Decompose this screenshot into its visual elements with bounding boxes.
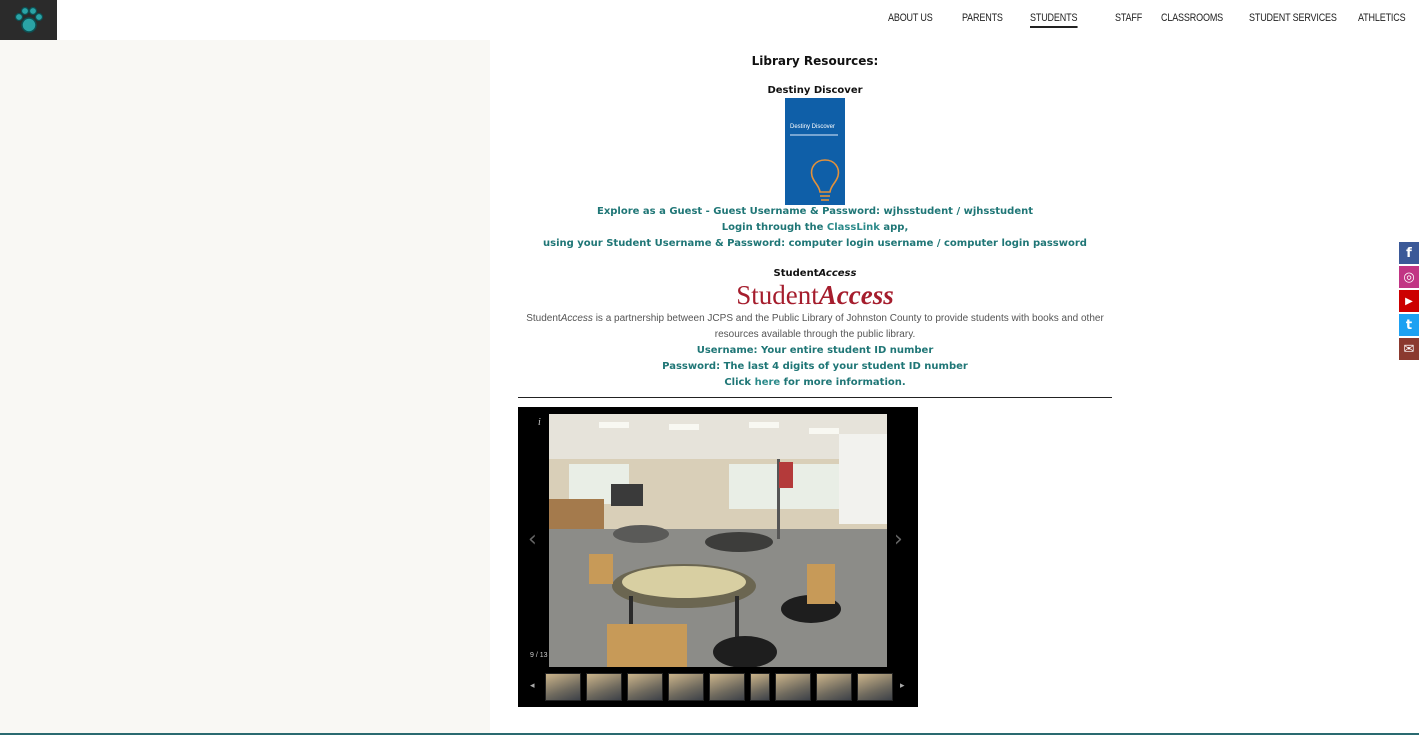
thumbnail[interactable]: [668, 673, 704, 701]
twitter-icon[interactable]: t: [1399, 314, 1419, 336]
studentaccess-heading: StudentAccess: [518, 268, 1112, 279]
prev-arrow-icon[interactable]: ‹: [528, 527, 537, 552]
slide-counter: 9 / 13: [530, 652, 548, 659]
book-cover-rule: [790, 134, 838, 136]
credentials-text: using your Student Username & Password: …: [543, 238, 1087, 249]
nav-about-us[interactable]: ABOUT US: [888, 12, 933, 24]
nav-athletics[interactable]: ATHLETICS: [1358, 12, 1406, 24]
library-photo[interactable]: [549, 414, 887, 667]
section-divider: [518, 397, 1112, 398]
desc-plain: Student: [526, 313, 561, 324]
guest-login-text: Explore as a Guest - Guest Username & Pa…: [596, 206, 1034, 217]
instagram-icon[interactable]: ◎: [1399, 266, 1419, 288]
nav-staff[interactable]: STAFF: [1115, 12, 1142, 24]
thumbnail[interactable]: [857, 673, 893, 701]
nav-parents[interactable]: PARENTS: [962, 12, 1003, 24]
login-prefix: Login through the: [721, 222, 827, 233]
classlink-login-line: Login through the ClassLink app,: [518, 220, 1112, 236]
photo-gallery[interactable]: i ‹ › 9 / 13 ◂ ▸: [518, 407, 918, 707]
nav-students[interactable]: STUDENTS: [1030, 12, 1077, 28]
classlink-link[interactable]: ClassLink: [827, 222, 880, 233]
paw-logo-icon[interactable]: [0, 0, 57, 40]
username-text: Username: Your entire student ID number: [696, 345, 934, 356]
thumbnail[interactable]: [750, 673, 770, 701]
studentaccess-logo-italic: Access: [818, 280, 894, 310]
thumbnail-strip: [545, 673, 895, 701]
thumbnail[interactable]: [709, 673, 745, 701]
nav-classrooms[interactable]: CLASSROOMS: [1161, 12, 1223, 24]
destiny-discover-book-image[interactable]: Destiny Discover: [785, 98, 845, 205]
page-title: Library Resources:: [751, 54, 879, 68]
next-arrow-icon[interactable]: ›: [894, 527, 903, 552]
lightbulb-icon: [810, 159, 840, 201]
here-link[interactable]: here: [755, 377, 781, 388]
studentaccess-logo[interactable]: StudentAccess: [518, 280, 1112, 311]
studentaccess-description: StudentAccess is a partnership between J…: [518, 311, 1112, 343]
studentaccess-heading-italic: Access: [818, 268, 857, 279]
youtube-icon[interactable]: ▶: [1399, 290, 1419, 312]
info-icon[interactable]: i: [538, 417, 541, 428]
more-info-line: Click here for more information.: [518, 375, 1112, 391]
book-cover-title: Destiny Discover: [790, 124, 836, 130]
facebook-icon[interactable]: f: [1399, 242, 1419, 264]
thumbnail[interactable]: [816, 673, 852, 701]
thumb-next-icon[interactable]: ▸: [900, 681, 905, 691]
desc-italic: Access: [560, 313, 593, 324]
password-text: Password: The last 4 digits of your stud…: [662, 361, 968, 372]
left-sidebar: [0, 40, 490, 735]
thumbnail[interactable]: [545, 673, 581, 701]
login-suffix: app,: [879, 222, 909, 233]
studentaccess-logo-plain: Student: [736, 280, 819, 310]
studentaccess-heading-plain: Student: [773, 268, 819, 279]
thumbnail[interactable]: [627, 673, 663, 701]
desc-rest: is a partnership between JCPS and the Pu…: [592, 313, 1104, 340]
nav-student-services[interactable]: STUDENT SERVICES: [1249, 12, 1337, 24]
click-prefix: Click: [724, 377, 755, 388]
thumbnail[interactable]: [775, 673, 811, 701]
click-suffix: for more information.: [780, 377, 906, 388]
thumb-prev-icon[interactable]: ◂: [530, 681, 535, 691]
destiny-heading: Destiny Discover: [767, 85, 863, 96]
site-header: ABOUT US PARENTS STUDENTS STAFF CLASSROO…: [0, 0, 1419, 40]
thumbnail[interactable]: [586, 673, 622, 701]
email-icon[interactable]: ✉: [1399, 338, 1419, 360]
